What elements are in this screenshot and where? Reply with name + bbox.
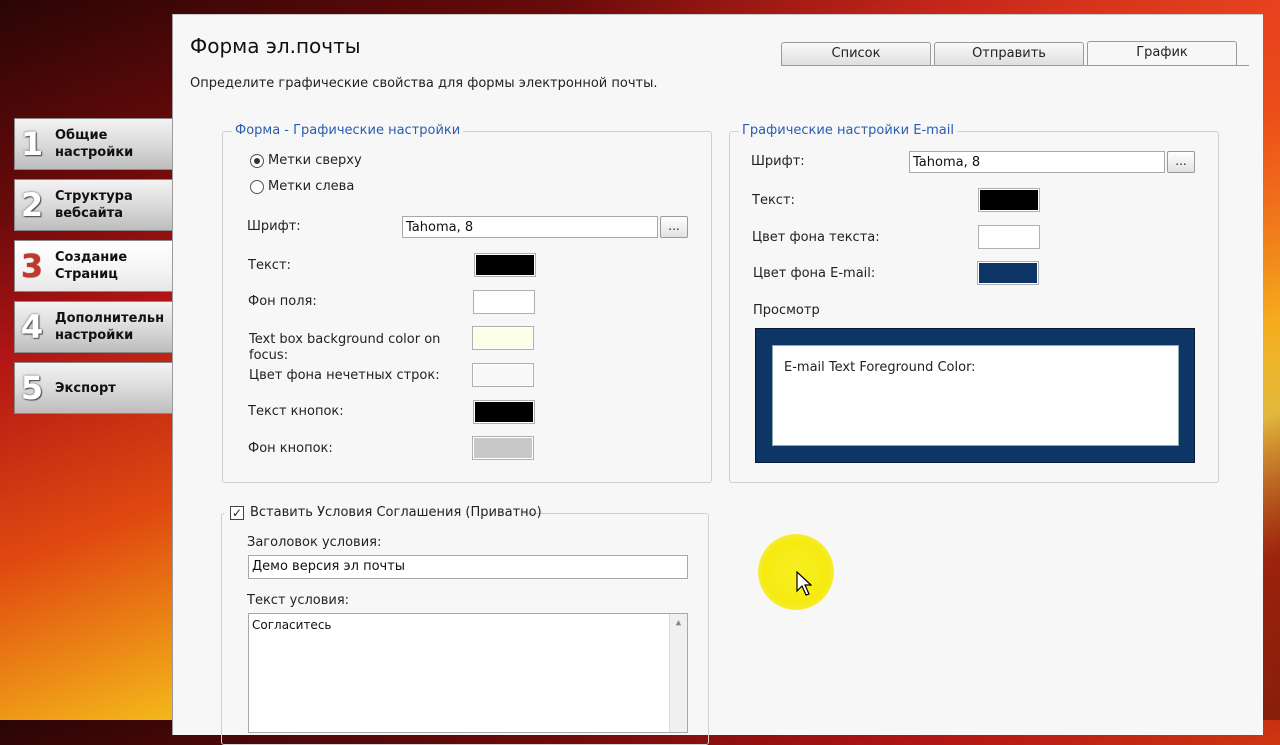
email-preview-body: E-mail Text Foreground Color: bbox=[772, 345, 1179, 446]
email-text-color-label: Текст: bbox=[752, 193, 795, 208]
terms-group: ✓ Вставить Условия Соглашения (Приватно)… bbox=[221, 504, 709, 745]
terms-scrollbar[interactable]: ▲ bbox=[669, 614, 687, 732]
tab-graphics[interactable]: График bbox=[1087, 41, 1237, 66]
email-text-color-swatch[interactable] bbox=[978, 188, 1040, 212]
button-text-label: Текст кнопок: bbox=[248, 404, 344, 419]
labels-top-radio[interactable] bbox=[250, 154, 264, 168]
wizard-steps: 1 Общие настройки 2 Структура вебсайта 3… bbox=[14, 118, 172, 423]
step-label: Общие настройки bbox=[55, 128, 134, 160]
page-subtitle: Определите графические свойства для форм… bbox=[190, 76, 658, 91]
font-field[interactable]: Tahoma, 8 bbox=[402, 216, 658, 238]
button-bg-label: Фон кнопок: bbox=[248, 441, 333, 456]
email-font-browse-button[interactable]: ... bbox=[1167, 151, 1195, 173]
terms-text-area[interactable]: Согласитесь ▲ bbox=[248, 613, 688, 733]
email-font-field[interactable]: Tahoma, 8 bbox=[909, 151, 1165, 173]
step-label: Экспорт bbox=[55, 380, 116, 396]
step-export[interactable]: 5 Экспорт bbox=[14, 362, 172, 414]
email-bg-swatch[interactable] bbox=[977, 261, 1039, 285]
scroll-up-icon[interactable]: ▲ bbox=[671, 616, 686, 631]
step-create-pages[interactable]: 3 Создание Страниц bbox=[14, 240, 172, 292]
email-graphics-group: Графические настройки E-mail Шрифт: Taho… bbox=[729, 123, 1219, 483]
tab-divider bbox=[781, 65, 1249, 66]
step-number: 3 bbox=[20, 247, 44, 285]
terms-legend: ✓ Вставить Условия Соглашения (Приватно) bbox=[224, 504, 542, 524]
odd-rows-label: Цвет фона нечетных строк: bbox=[249, 368, 440, 383]
terms-heading-field[interactable]: Демо версия эл почты bbox=[248, 555, 688, 579]
form-graphics-group: Форма - Графические настройки Метки свер… bbox=[222, 123, 712, 483]
step-site-structure[interactable]: 2 Структура вебсайта bbox=[14, 179, 172, 231]
email-font-label: Шрифт: bbox=[751, 154, 805, 169]
terms-checkbox-label: Вставить Условия Соглашения (Приватно) bbox=[250, 505, 542, 520]
step-number: 4 bbox=[20, 308, 44, 346]
mouse-pointer-icon bbox=[796, 571, 812, 596]
terms-text-value: Согласитесь bbox=[252, 618, 332, 632]
button-bg-swatch[interactable] bbox=[472, 436, 534, 460]
labels-top-label: Метки сверху bbox=[268, 153, 362, 168]
labels-left-label: Метки слева bbox=[268, 179, 355, 194]
step-number: 5 bbox=[20, 369, 44, 407]
step-label: Структура вебсайта bbox=[55, 189, 133, 221]
step-number: 1 bbox=[20, 125, 44, 163]
preview-label: Просмотр bbox=[753, 303, 820, 318]
terms-checkbox[interactable]: ✓ bbox=[230, 506, 244, 520]
email-preview: E-mail Text Foreground Color: bbox=[755, 328, 1195, 463]
tab-send[interactable]: Отправить bbox=[934, 42, 1084, 65]
odd-rows-swatch[interactable] bbox=[472, 363, 534, 387]
email-text-bg-swatch[interactable] bbox=[978, 225, 1040, 249]
field-bg-swatch[interactable] bbox=[473, 290, 535, 314]
labels-left-radio[interactable] bbox=[250, 180, 264, 194]
group-legend: Форма - Графические настройки bbox=[232, 123, 464, 138]
terms-heading-label: Заголовок условия: bbox=[247, 535, 382, 550]
terms-text-label: Текст условия: bbox=[247, 593, 350, 608]
focus-bg-label: Text box background color on focus: bbox=[249, 332, 441, 363]
field-bg-label: Фон поля: bbox=[248, 294, 317, 309]
group-legend: Графические настройки E-mail bbox=[739, 123, 957, 138]
font-browse-button[interactable]: ... bbox=[660, 216, 688, 238]
step-number: 2 bbox=[20, 186, 44, 224]
email-bg-label: Цвет фона E-mail: bbox=[753, 266, 876, 281]
text-color-label: Текст: bbox=[248, 258, 291, 273]
step-label: Создание Страниц bbox=[55, 250, 128, 282]
email-text-bg-label: Цвет фона текста: bbox=[752, 230, 880, 245]
text-color-swatch[interactable] bbox=[474, 253, 536, 277]
button-text-swatch[interactable] bbox=[473, 400, 535, 424]
step-general-settings[interactable]: 1 Общие настройки bbox=[14, 118, 172, 170]
tab-list[interactable]: Список bbox=[781, 42, 931, 65]
font-label: Шрифт: bbox=[247, 219, 301, 234]
page-title: Форма эл.почты bbox=[190, 34, 361, 58]
main-panel: Форма эл.почты Определите графические св… bbox=[172, 14, 1263, 745]
email-preview-text: E-mail Text Foreground Color: bbox=[784, 360, 976, 375]
step-additional-settings[interactable]: 4 Дополнительн настройки bbox=[14, 301, 172, 353]
step-label: Дополнительн настройки bbox=[55, 311, 165, 343]
focus-bg-swatch[interactable] bbox=[472, 326, 534, 350]
